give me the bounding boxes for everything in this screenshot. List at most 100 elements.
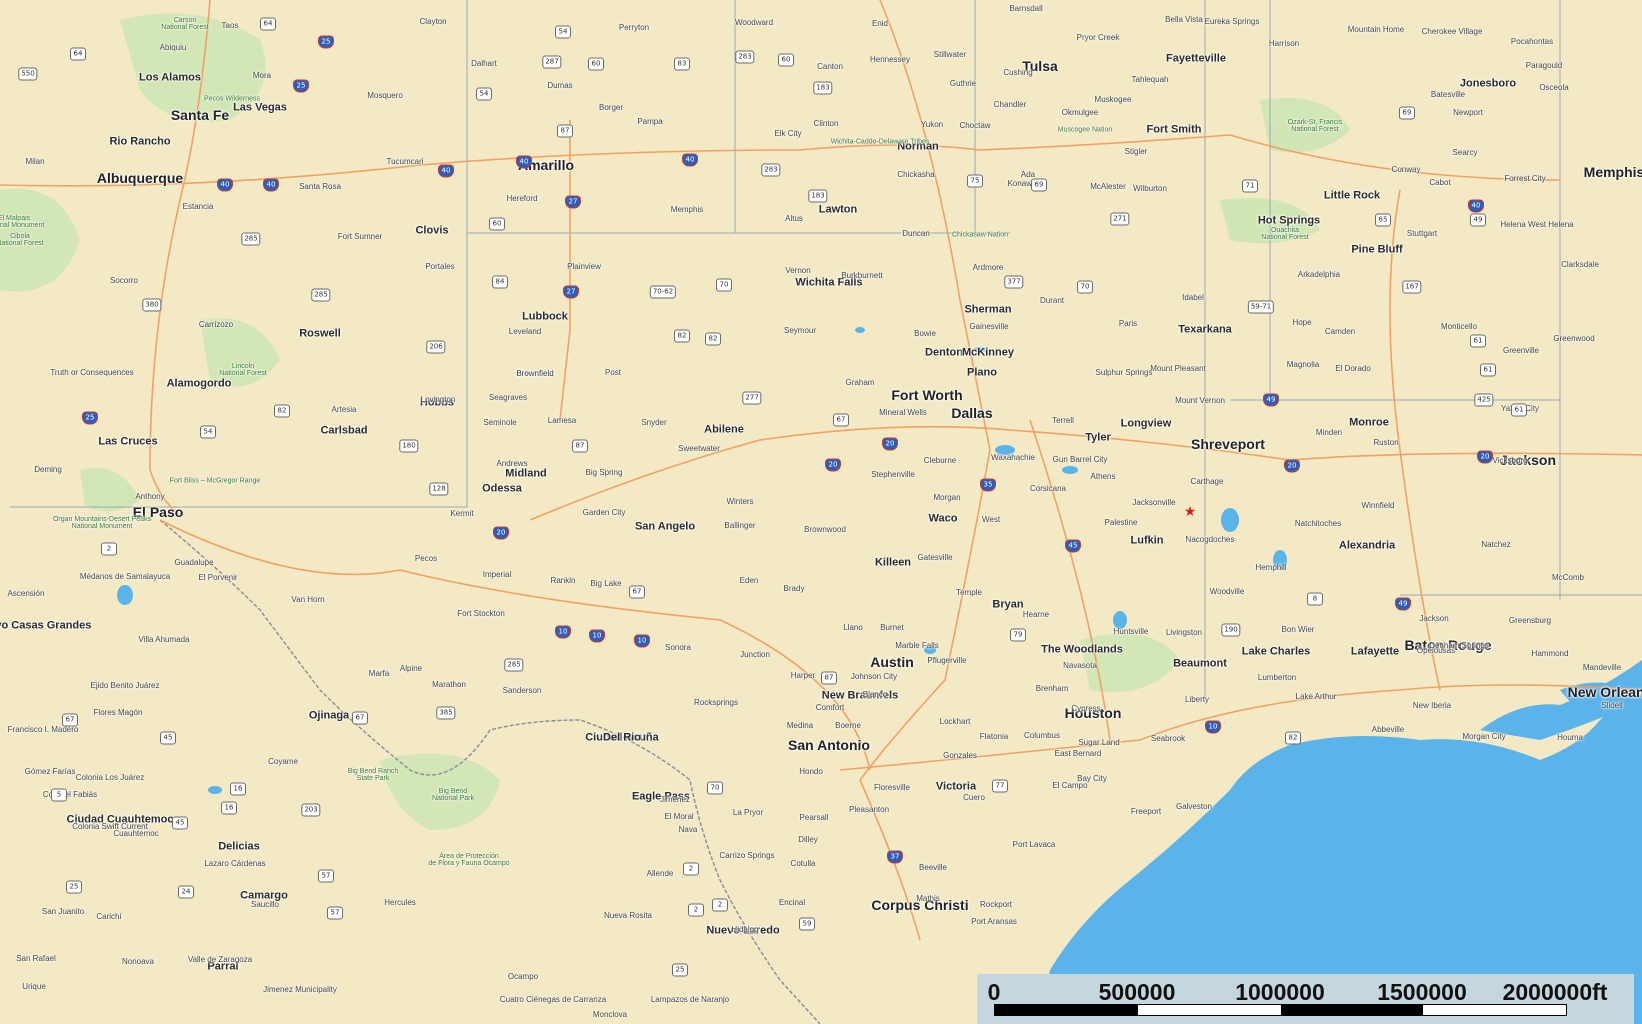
- highway-shield-icon: 16: [221, 801, 237, 815]
- city-label: Longview: [1120, 417, 1172, 430]
- town-label: Santa Rosa: [299, 182, 341, 191]
- town-label: Terrell: [1052, 416, 1074, 425]
- town-label: Ballinger: [724, 521, 756, 530]
- highway-shield-icon: 70: [716, 278, 732, 292]
- city-label: Denton: [925, 346, 963, 359]
- scale-label: 500000: [1098, 979, 1176, 1005]
- town-label: Guthrie: [949, 79, 977, 88]
- town-label: Encinal: [778, 898, 806, 907]
- town-label: Lumberton: [1257, 673, 1297, 682]
- highway-shield-icon: 67: [629, 585, 645, 599]
- star-icon[interactable]: ★: [1184, 504, 1197, 518]
- highway-shield-icon: 285: [241, 232, 261, 246]
- interstate-shield-icon: 25: [82, 411, 98, 425]
- town-label: Francisco I. Madero: [7, 725, 79, 734]
- highway-shield-icon: 128: [429, 482, 449, 496]
- town-label: Rockport: [979, 900, 1013, 909]
- interstate-shield-icon: 40: [217, 178, 233, 192]
- town-label: El Dorado: [1335, 364, 1371, 373]
- town-label: Marathon: [432, 680, 466, 689]
- town-label: Bella Vista: [1165, 15, 1203, 24]
- town-label: Altus: [785, 214, 803, 223]
- town-label: New Iberia: [1412, 701, 1452, 710]
- highway-shield-icon: 54: [555, 25, 571, 39]
- town-label: Nonoava: [121, 957, 155, 966]
- highway-shield-icon: 377: [1004, 275, 1024, 289]
- town-label: Harper: [790, 671, 816, 680]
- interstate-shield-icon: 10: [555, 625, 571, 639]
- highway-shield-icon: 67: [62, 713, 78, 727]
- highway-shield-icon: 285: [311, 288, 331, 302]
- highway-shield-icon: 183: [813, 81, 833, 95]
- town-label: Muskogee: [1094, 95, 1132, 104]
- highway-shield-icon: 79: [1010, 628, 1026, 642]
- town-label: Memphis: [670, 205, 704, 214]
- city-label: Fort Smith: [1146, 123, 1202, 136]
- town-label: Livingston: [1165, 628, 1203, 637]
- interstate-shield-icon: 49: [1395, 597, 1411, 611]
- town-label: Winters: [726, 497, 754, 506]
- town-label: Natchez: [1481, 540, 1511, 549]
- highway-shield-icon: 82: [705, 332, 721, 346]
- town-label: Clayton: [419, 17, 447, 26]
- interstate-shield-icon: 40: [263, 178, 279, 192]
- interstate-shield-icon: 10: [1205, 720, 1221, 734]
- town-label: Nacogdoches: [1185, 535, 1235, 544]
- map-viewport[interactable]: Albuquerque Santa Fe Amarillo Tulsa Memphis E…: [0, 0, 1642, 1024]
- town-label: Stuttgart: [1406, 229, 1438, 238]
- city-label: Lawton: [818, 203, 858, 216]
- town-label: Canton: [817, 62, 843, 71]
- highway-shield-icon: 24: [178, 885, 194, 899]
- city-label: Little Rock: [1323, 189, 1381, 202]
- highway-shield-icon: 64: [70, 47, 86, 61]
- city-label: Fort Worth: [891, 387, 963, 403]
- town-label: Sonora: [665, 643, 691, 652]
- city-label: Clovis: [415, 224, 449, 237]
- town-label: Big Lake: [590, 579, 622, 588]
- town-label: Winnfield: [1361, 501, 1395, 510]
- highway-shield-icon: 550: [18, 67, 38, 81]
- town-label: Cabot: [1429, 178, 1451, 187]
- town-label: Searcy: [1452, 148, 1478, 157]
- interstate-shield-icon: 45: [1065, 539, 1081, 553]
- park-label: Chickasaw Nation: [951, 231, 1009, 239]
- town-label: Floresville: [873, 783, 911, 792]
- city-label: Victoria: [935, 780, 977, 793]
- highway-shield-icon: 16: [230, 782, 246, 796]
- town-label: Leveland: [508, 327, 542, 336]
- town-label: Elk City: [774, 129, 802, 138]
- town-label: Duncan: [902, 229, 930, 238]
- city-label: Odessa: [482, 482, 522, 495]
- town-label: Magnolia: [1286, 360, 1320, 369]
- city-label: Lufkin: [1130, 534, 1164, 547]
- town-label: Huntsville: [1113, 627, 1149, 636]
- town-label: Borger: [598, 103, 624, 112]
- city-label: Texarkana: [1178, 323, 1232, 336]
- city-label: Dallas: [951, 405, 993, 421]
- town-label: Mandeville: [1582, 663, 1622, 672]
- town-label: Carrizozo: [198, 320, 234, 329]
- town-label: Brownwood: [804, 525, 846, 534]
- town-label: Cuauhtemoc: [113, 829, 159, 838]
- town-label: Hemphill: [1255, 563, 1287, 572]
- highway-shield-icon: 385: [436, 706, 456, 720]
- town-label: Burkburnett: [841, 271, 883, 280]
- town-label: Port Aransas: [971, 917, 1017, 926]
- city-label: Ojinaga: [308, 709, 350, 722]
- town-label: Cherokee Village: [1421, 27, 1483, 36]
- city-label: Santa Fe: [170, 107, 230, 123]
- park-label: Big Bend National Park: [431, 788, 475, 802]
- town-label: Sulphur Springs: [1095, 368, 1153, 377]
- highway-shield-icon: 54: [476, 87, 492, 101]
- town-label: Coyame: [268, 757, 298, 766]
- highway-shield-icon: 70-62: [649, 285, 677, 299]
- town-label: Mosquero: [367, 91, 403, 100]
- city-label: Midland: [505, 467, 547, 480]
- town-label: Dalhart: [471, 59, 497, 68]
- town-label: Taos: [221, 21, 239, 30]
- highway-shield-icon: 87: [821, 671, 837, 685]
- highway-shield-icon: 67: [833, 413, 849, 427]
- interstate-shield-icon: 20: [493, 526, 509, 540]
- town-label: Jimenez Municipality: [263, 985, 337, 994]
- town-label: Blanco: [862, 690, 888, 699]
